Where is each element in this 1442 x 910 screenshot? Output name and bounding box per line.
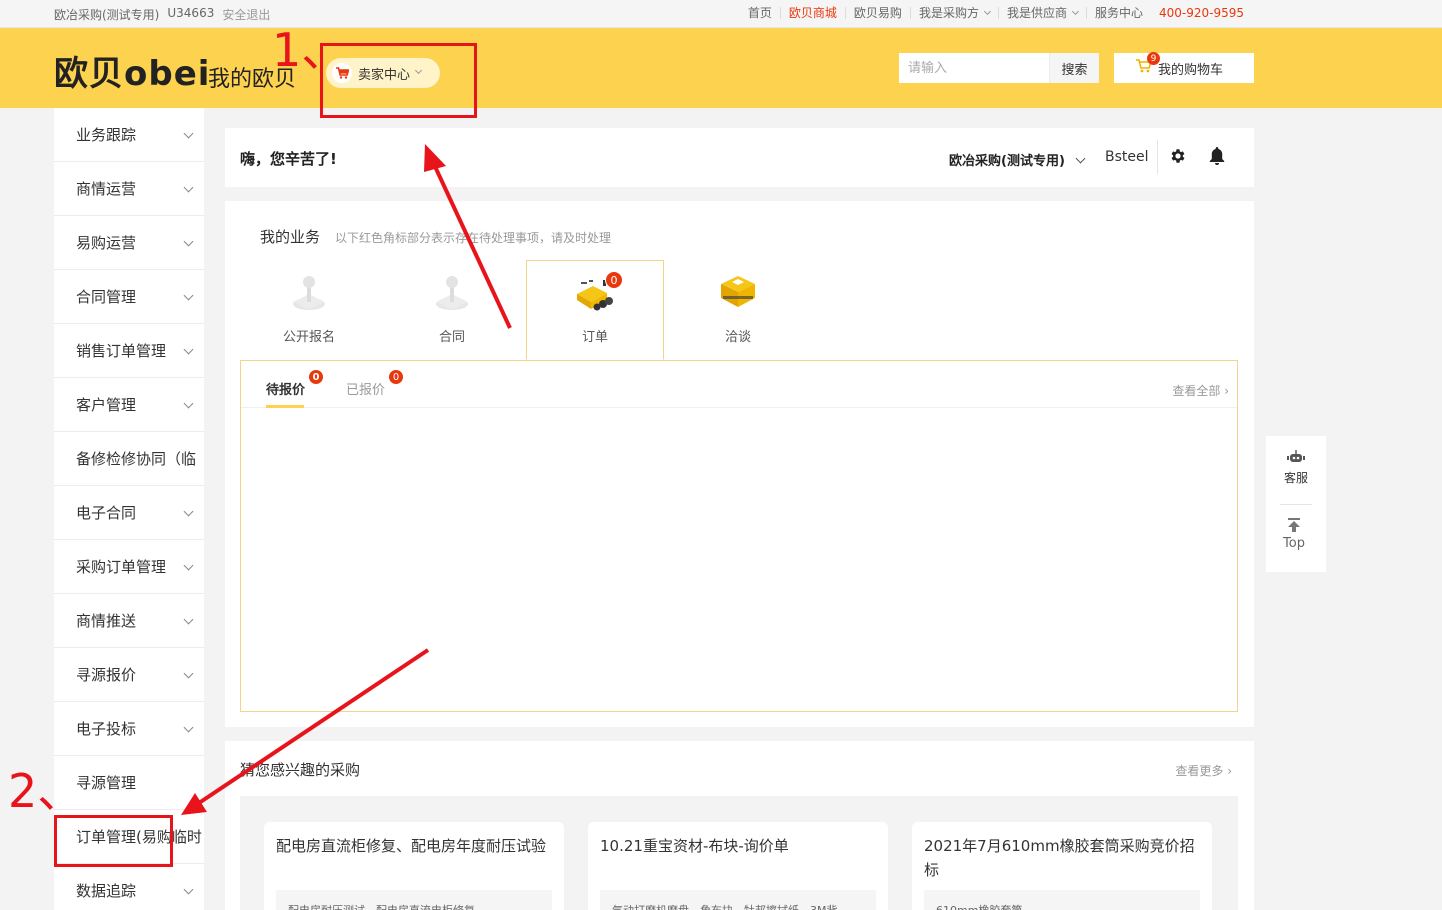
annotation-box-2	[54, 815, 173, 867]
search-button[interactable]: 搜索	[1049, 53, 1099, 83]
cart-button[interactable]: 9 我的购物车	[1114, 52, 1254, 83]
chevron-down-icon	[183, 182, 194, 193]
chevron-down-icon	[183, 560, 194, 571]
user-id: U34663	[167, 6, 215, 20]
chevron-down-icon	[183, 290, 194, 301]
chevron-down-icon	[183, 128, 194, 139]
arrow-up-icon	[1288, 518, 1300, 532]
floating-toolbar: 客服 Top	[1266, 436, 1326, 572]
nav-service[interactable]: 服务中心	[1085, 7, 1151, 19]
tile-public-registration[interactable]: 公开报名	[240, 260, 378, 360]
card-title: 2021年7月610mm橡胶套筒采购竞价招标	[924, 837, 1195, 879]
purchase-card[interactable]: 10.21重宝资材-布块-询价单 气动打磨机磨盘、角布块、牡邦擦拭纸、3M背	[588, 822, 888, 910]
obei-logo[interactable]: 欧贝obei	[54, 46, 210, 95]
section-title: 我的业务	[260, 228, 321, 246]
chevron-down-icon	[183, 884, 194, 895]
tile-negotiation[interactable]: 洽谈	[669, 260, 807, 360]
box-icon	[718, 272, 758, 316]
company-name: 欧冶采购(测试专用)	[54, 8, 160, 22]
joystick-icon	[291, 274, 327, 316]
tab-quoted[interactable]: 已报价 0	[346, 369, 404, 398]
sidebar-item-business-tracking[interactable]: 业务跟踪	[54, 108, 204, 162]
tab-pending-quote[interactable]: 待报价 0	[266, 369, 324, 408]
cart-count-badge: 9	[1147, 52, 1160, 65]
nav-buyer[interactable]: 我是采购方	[909, 7, 998, 19]
tile-contract[interactable]: 合同	[383, 260, 521, 360]
sidebar-item-easybuy-ops[interactable]: 易购运营	[54, 216, 204, 270]
customer-service-button[interactable]: 客服	[1266, 450, 1326, 486]
view-more-link[interactable]: 查看更多 ›	[1175, 762, 1232, 779]
chevron-down-icon	[183, 722, 194, 733]
cart-label: 我的购物车	[1158, 62, 1224, 78]
view-all-link[interactable]: 查看全部 ›	[1172, 382, 1229, 399]
logout-link[interactable]: 安全退出	[222, 6, 270, 23]
greeting-bar: 嗨，您辛苦了! 欧冶采购(测试专用) Bsteel	[225, 128, 1254, 187]
purchase-card[interactable]: 配电房直流柜修复、配电房年度耐压试验 配电房耐压测试、配电房直流电柜修复	[264, 822, 564, 910]
sidebar-item-market-ops[interactable]: 商情运营	[54, 162, 204, 216]
chevron-down-icon	[183, 344, 194, 355]
card-title: 10.21重宝资材-布块-询价单	[600, 837, 789, 855]
order-panel: 待报价 0 已报价 0 查看全部 ›	[240, 360, 1238, 712]
annotation-box-1	[320, 43, 477, 118]
header: 欧贝obei 我的欧贝 卖家中心 搜索 9 我的购物车	[0, 28, 1442, 108]
section-hint: 以下红色角标部分表示存在待处理事项，请及时处理	[335, 231, 612, 245]
nav-home[interactable]: 首页	[740, 7, 780, 19]
chevron-down-icon	[183, 506, 194, 517]
purchase-card[interactable]: 2021年7月610mm橡胶套筒采购竞价招标 610mm橡胶套筒	[912, 822, 1212, 910]
sidebar-item-e-contract[interactable]: 电子合同	[54, 486, 204, 540]
chevron-down-icon	[183, 236, 194, 247]
section-title: 猜您感兴趣的采购	[240, 761, 361, 779]
chevron-down-icon	[183, 614, 194, 625]
sidebar-item-purchase-order-mgmt[interactable]: 采购订单管理	[54, 540, 204, 594]
chevron-down-icon	[1075, 153, 1086, 164]
search-input[interactable]	[899, 53, 1049, 83]
card-subtitle: 气动打磨机磨盘、角布块、牡邦擦拭纸、3M背	[600, 890, 876, 910]
greeting-text: 嗨，您辛苦了!	[240, 150, 337, 168]
chevron-down-icon	[183, 398, 194, 409]
sidebar-item-data-tracking[interactable]: 数据追踪	[54, 864, 204, 910]
nav-easybuy[interactable]: 欧贝易购	[844, 7, 910, 19]
recommended-purchases-section: 猜您感兴趣的采购 查看更多 › 配电房直流柜修复、配电房年度耐压试验 配电房耐压…	[225, 741, 1254, 910]
bell-icon[interactable]	[1209, 147, 1225, 169]
username: Bsteel	[1105, 149, 1149, 165]
nav-mall[interactable]: 欧贝商城	[779, 7, 845, 19]
sidebar-item-maintenance-collab[interactable]: 备修检修协同（临	[54, 432, 204, 486]
back-to-top-button[interactable]: Top	[1266, 518, 1322, 551]
sidebar-item-e-bidding[interactable]: 电子投标	[54, 702, 204, 756]
divider	[1157, 140, 1158, 174]
active-tab-indicator	[266, 405, 304, 408]
card-subtitle: 配电房耐压测试、配电房直流电柜修复	[276, 890, 552, 910]
tile-order[interactable]: 0 订单	[526, 260, 664, 360]
order-tabs: 待报价 0 已报价 0 查看全部 ›	[241, 361, 1237, 408]
sidebar-item-sales-order-mgmt[interactable]: 销售订单管理	[54, 324, 204, 378]
divider	[1280, 504, 1312, 505]
sidebar-item-customer-mgmt[interactable]: 客户管理	[54, 378, 204, 432]
sidebar-item-contract-mgmt[interactable]: 合同管理	[54, 270, 204, 324]
gear-icon[interactable]	[1169, 147, 1187, 169]
chevron-down-icon	[983, 7, 991, 16]
card-subtitle: 610mm橡胶套筒	[924, 890, 1200, 910]
sidebar-item-sourcing-quote[interactable]: 寻源报价	[54, 648, 204, 702]
nav-supplier[interactable]: 我是供应商	[997, 7, 1086, 19]
chevron-down-icon	[1071, 7, 1080, 16]
chevron-down-icon	[183, 668, 194, 679]
robot-icon	[1287, 450, 1305, 462]
sidebar-item-market-push[interactable]: 商情推送	[54, 594, 204, 648]
company-switcher[interactable]: 欧冶采购(测试专用)	[949, 150, 1086, 169]
top-bar: 欧冶采购(测试专用) U34663 安全退出 首页 欧贝商城 欧贝易购 我是采购…	[0, 0, 1442, 28]
order-count-badge: 0	[605, 271, 623, 289]
cards-container: 配电房直流柜修复、配电房年度耐压试验 配电房耐压测试、配电房直流电柜修复 10.…	[240, 796, 1238, 910]
top-bar-left: 欧冶采购(测试专用) U34663 安全退出	[54, 6, 270, 23]
my-business-section: 我的业务 以下红色角标部分表示存在待处理事项，请及时处理 公开报名 合同 0 订…	[225, 201, 1254, 727]
card-title: 配电房直流柜修复、配电房年度耐压试验	[276, 837, 547, 855]
joystick-icon	[434, 274, 470, 316]
top-nav: 首页 欧贝商城 欧贝易购 我是采购方 我是供应商 服务中心 400-920-95…	[740, 6, 1244, 20]
pending-count-badge: 0	[308, 369, 324, 385]
annotation-step-2: 2、	[8, 764, 84, 818]
service-phone: 400-920-9595	[1158, 6, 1244, 20]
business-tiles: 公开报名 合同 0 订单 洽谈	[240, 260, 812, 360]
search-bar: 搜索	[899, 53, 1099, 83]
quoted-count-badge: 0	[388, 369, 404, 385]
